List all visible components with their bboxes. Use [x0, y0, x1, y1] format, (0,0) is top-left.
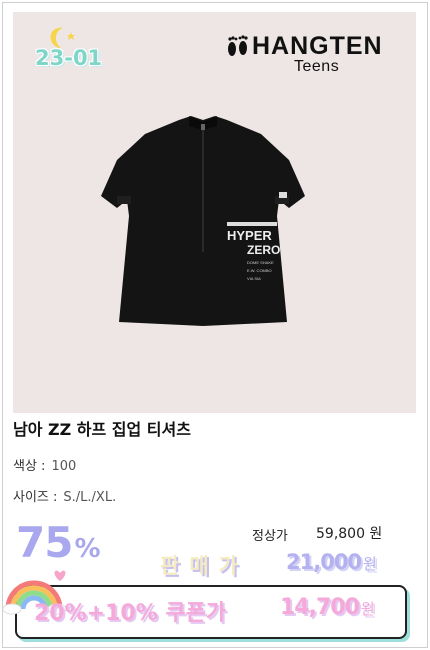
svg-text:VIA SIA: VIA SIA: [247, 276, 261, 281]
sale-price: 21,000 원: [286, 550, 377, 574]
size-value: S./L./XL.: [63, 490, 117, 505]
discount-percent: 75%: [16, 518, 101, 567]
season-badge: 23-01: [33, 26, 123, 76]
original-price: 59,800 원: [316, 526, 383, 542]
svg-text:E.W. COMBO: E.W. COMBO: [247, 268, 272, 273]
svg-text:DOME SHAKE: DOME SHAKE: [247, 260, 274, 265]
product-title: 남아 ZZ 하프 집업 티셔츠: [13, 420, 191, 439]
svg-text:ZERO: ZERO: [247, 243, 280, 257]
coupon-label: 20%+10% 쿠폰가: [34, 601, 227, 626]
footprint-logo-icon: [228, 35, 248, 56]
brand-name: HANGTEN: [252, 32, 383, 60]
size-label: 사이즈 :: [13, 490, 58, 505]
shirt-image: HYPER ZERO DOME SHAKE E.W. COMBO VIA SIA: [101, 116, 305, 326]
coupon-price: 14,700 원: [280, 595, 375, 620]
color-label: 색상 :: [13, 459, 46, 474]
color-spec: 색상 : 100: [13, 455, 76, 474]
size-spec: 사이즈 : S./L./XL.: [13, 486, 116, 505]
sale-price-value: 21,000: [286, 550, 362, 574]
sale-price-label: 판매가: [160, 554, 248, 578]
color-value: 100: [51, 459, 77, 474]
discount-sign: %: [74, 534, 101, 564]
svg-text:HYPER: HYPER: [227, 228, 272, 243]
original-price-label: 정상가: [252, 529, 288, 544]
sale-price-unit: 원: [363, 555, 377, 573]
coupon-price-value: 14,700: [280, 595, 360, 620]
star-icon: [67, 32, 75, 40]
brand-sub: Teens: [294, 58, 340, 75]
season-badge-label: 23-01: [35, 46, 103, 70]
coupon-price-unit: 원: [360, 600, 375, 618]
brand-logo: HANGTEN Teens: [224, 32, 394, 78]
discount-number: 75: [16, 518, 73, 567]
product-photo[interactable]: 23-01 HANGTEN Teens HYPER ZERO DOME SHAK…: [13, 12, 416, 413]
